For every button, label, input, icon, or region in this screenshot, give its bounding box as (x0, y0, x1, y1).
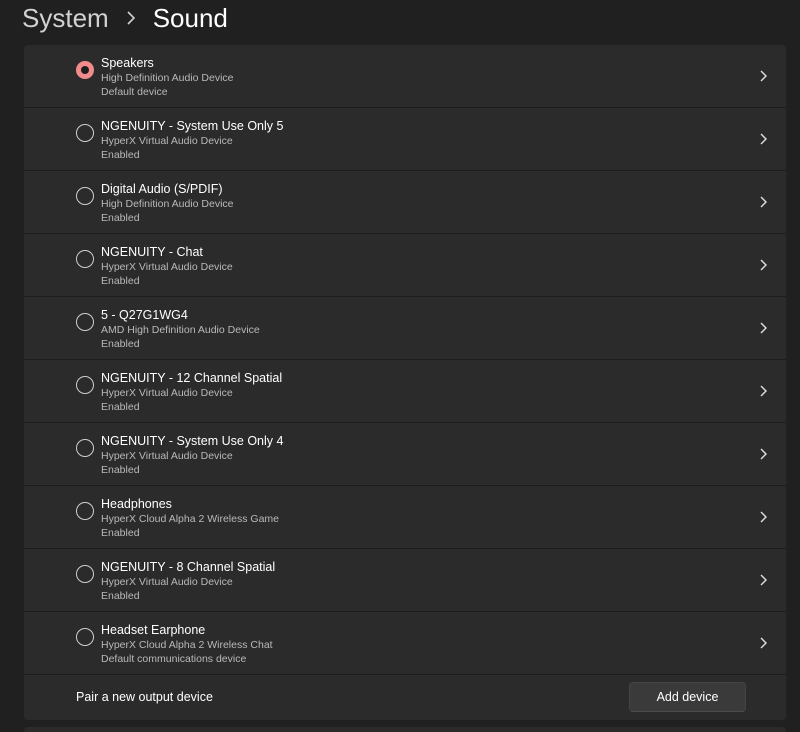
device-radio-button[interactable] (76, 61, 94, 79)
device-radio-button[interactable] (76, 376, 94, 394)
device-name: Digital Audio (S/PDIF) (101, 182, 223, 196)
device-status: Default communications device (101, 653, 247, 665)
device-subtitle: HyperX Cloud Alpha 2 Wireless Chat (101, 639, 273, 651)
device-status: Enabled (101, 212, 140, 224)
device-subtitle: HyperX Virtual Audio Device (101, 261, 233, 273)
device-name: Headphones (101, 497, 172, 511)
output-device-row[interactable]: Speakers High Definition Audio Device Defa… (24, 45, 786, 108)
output-device-row[interactable]: Headphones HyperX Cloud Alpha 2 Wireless … (24, 486, 786, 549)
output-device-row[interactable]: NGENUITY - Chat HyperX Virtual Audio Devi… (24, 234, 786, 297)
device-text-block: Digital Audio (S/PDIF) High Definition Au… (101, 181, 234, 226)
device-text-block: Headphones HyperX Cloud Alpha 2 Wireless … (101, 496, 279, 541)
device-radio-button[interactable] (76, 565, 94, 583)
pair-output-device-label: Pair a new output device (76, 690, 213, 704)
device-text-block: 5 - Q27G1WG4 AMD High Definition Audio De… (101, 307, 260, 352)
device-name: NGENUITY - System Use Only 5 (101, 119, 284, 133)
output-device-row[interactable]: NGENUITY - 8 Channel Spatial HyperX Virtu… (24, 549, 786, 612)
chevron-right-icon[interactable] (758, 447, 768, 461)
chevron-right-icon (123, 10, 139, 26)
chevron-right-icon[interactable] (758, 195, 768, 209)
output-devices-list: Speakers High Definition Audio Device Defa… (24, 45, 786, 720)
device-subtitle: HyperX Virtual Audio Device (101, 135, 233, 147)
device-radio-button[interactable] (76, 313, 94, 331)
device-status: Enabled (101, 590, 140, 602)
output-device-row[interactable]: Digital Audio (S/PDIF) High Definition Au… (24, 171, 786, 234)
chevron-right-icon[interactable] (758, 573, 768, 587)
device-radio-button[interactable] (76, 502, 94, 520)
device-name: NGENUITY - 8 Channel Spatial (101, 560, 276, 574)
device-text-block: Headset Earphone HyperX Cloud Alpha 2 Wir… (101, 622, 273, 667)
device-radio-button[interactable] (76, 124, 94, 142)
device-name: Headset Earphone (101, 623, 206, 637)
chevron-right-icon[interactable] (758, 132, 768, 146)
device-text-block: NGENUITY - Chat HyperX Virtual Audio Devi… (101, 244, 233, 289)
device-status: Enabled (101, 275, 140, 287)
settings-content[interactable]: Speakers High Definition Audio Device Defa… (0, 40, 800, 732)
device-subtitle: HyperX Cloud Alpha 2 Wireless Game (101, 513, 279, 525)
chevron-right-icon[interactable] (758, 258, 768, 272)
device-subtitle: HyperX Virtual Audio Device (101, 387, 233, 399)
output-device-row[interactable]: NGENUITY - 12 Channel Spatial HyperX Virt… (24, 360, 786, 423)
chevron-right-icon[interactable] (758, 636, 768, 650)
output-device-row[interactable]: NGENUITY - System Use Only 4 HyperX Virtu… (24, 423, 786, 486)
add-device-button[interactable]: Add device (629, 682, 746, 712)
page-title: Sound (152, 3, 228, 33)
device-status: Default device (101, 86, 168, 98)
device-text-block: NGENUITY - 8 Channel Spatial HyperX Virtu… (101, 559, 275, 604)
chevron-right-icon[interactable] (758, 321, 768, 335)
output-device-row[interactable]: 5 - Q27G1WG4 AMD High Definition Audio De… (24, 297, 786, 360)
next-settings-card (24, 727, 786, 732)
device-text-block: Speakers High Definition Audio Device Defa… (101, 55, 234, 100)
device-radio-button[interactable] (76, 187, 94, 205)
device-subtitle: HyperX Virtual Audio Device (101, 576, 233, 588)
breadcrumb: System Sound (22, 0, 228, 36)
device-subtitle: High Definition Audio Device (101, 72, 234, 84)
device-subtitle: HyperX Virtual Audio Device (101, 450, 233, 462)
device-name: NGENUITY - System Use Only 4 (101, 434, 284, 448)
device-status: Enabled (101, 527, 140, 539)
device-radio-button[interactable] (76, 439, 94, 457)
chevron-right-icon[interactable] (758, 384, 768, 398)
pair-output-device-row: Pair a new output device Add device (24, 675, 786, 720)
chevron-right-icon[interactable] (758, 510, 768, 524)
device-subtitle: AMD High Definition Audio Device (101, 324, 260, 336)
breadcrumb-system[interactable]: System (22, 2, 109, 34)
output-device-row[interactable]: NGENUITY - System Use Only 5 HyperX Virtu… (24, 108, 786, 171)
device-name: NGENUITY - Chat (101, 245, 203, 259)
device-status: Enabled (101, 401, 140, 413)
chevron-right-icon[interactable] (758, 69, 768, 83)
device-text-block: NGENUITY - 12 Channel Spatial HyperX Virt… (101, 370, 282, 415)
device-radio-button[interactable] (76, 628, 94, 646)
output-device-row[interactable]: Headset Earphone HyperX Cloud Alpha 2 Wir… (24, 612, 786, 675)
device-name: 5 - Q27G1WG4 (101, 308, 188, 322)
device-subtitle: High Definition Audio Device (101, 198, 234, 210)
device-name: NGENUITY - 12 Channel Spatial (101, 371, 283, 385)
device-status: Enabled (101, 338, 140, 350)
device-text-block: NGENUITY - System Use Only 5 HyperX Virtu… (101, 118, 283, 163)
device-name: Speakers (101, 56, 154, 70)
device-status: Enabled (101, 149, 140, 161)
device-radio-button[interactable] (76, 250, 94, 268)
device-text-block: NGENUITY - System Use Only 4 HyperX Virtu… (101, 433, 283, 478)
device-status: Enabled (101, 464, 140, 476)
sound-settings-page: System Sound Speakers High Definition Aud… (0, 0, 800, 732)
